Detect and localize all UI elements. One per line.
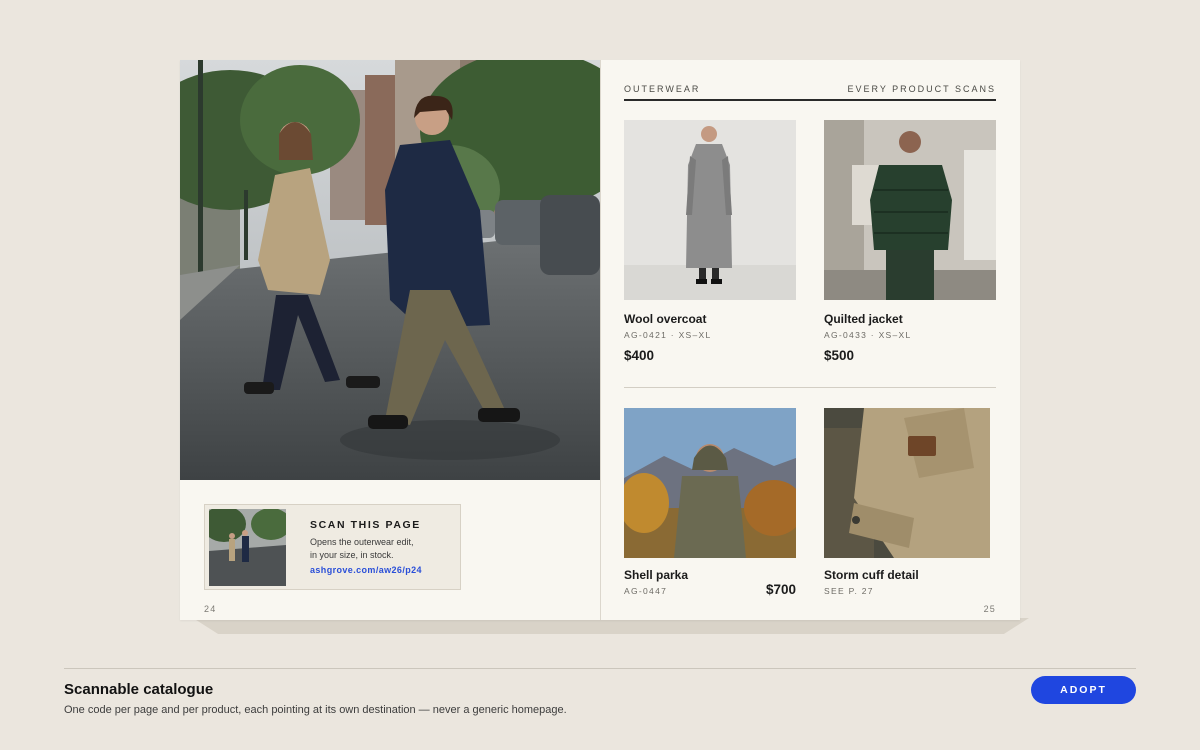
scan-description: Opens the outerwear edit, in your size, … xyxy=(310,536,450,562)
product-sku: AG-0421 · XS–XL xyxy=(624,330,712,340)
scan-url-link[interactable]: ashgrove.com/aw26/p24 xyxy=(310,565,422,575)
product-image xyxy=(824,408,990,558)
product-image xyxy=(824,120,996,300)
product-name: Quilted jacket xyxy=(824,312,903,326)
footer-divider xyxy=(64,668,1136,669)
adopt-button[interactable]: ADOPT xyxy=(1031,676,1136,704)
page-number-left: 24 xyxy=(204,604,217,614)
scan-description-line: Opens the outerwear edit, xyxy=(310,537,414,547)
product-card-quilted-jacket[interactable]: Quilted jacket AG-0433 · XS–XL $500 xyxy=(824,120,996,365)
product-price: $700 xyxy=(765,582,796,597)
hero-photo xyxy=(180,60,600,480)
product-price: $500 xyxy=(824,348,855,363)
feature-title: Scannable catalogue xyxy=(64,681,214,698)
scan-description-line: in your size, in stock. xyxy=(310,550,394,560)
section-tag: EVERY PRODUCT SCANS xyxy=(847,84,996,94)
row-divider xyxy=(624,387,996,388)
product-sku: AG-0447 xyxy=(624,586,668,596)
catalogue-shadow xyxy=(193,618,1029,634)
scan-thumbnail xyxy=(209,509,286,586)
product-image xyxy=(624,120,796,300)
product-photo xyxy=(824,408,990,558)
section-header: OUTERWEAR EVERY PRODUCT SCANS xyxy=(624,84,996,101)
page-number-right: 25 xyxy=(983,604,996,614)
scan-page-card[interactable]: SCAN THIS PAGE Opens the outerwear edit,… xyxy=(204,504,461,590)
product-image xyxy=(624,408,796,558)
thumbnail-photo xyxy=(209,509,286,586)
product-sku: SEE P. 27 xyxy=(824,586,874,596)
product-card-wool-overcoat[interactable]: Wool overcoat AG-0421 · XS–XL $400 xyxy=(624,120,796,365)
product-name: Storm cuff detail xyxy=(824,568,919,582)
feature-description: One code per page and per product, each … xyxy=(64,704,567,716)
product-card-shell-parka[interactable]: Shell parka AG-0447 $700 xyxy=(624,408,796,600)
product-card-storm-cuff-detail[interactable]: Storm cuff detail SEE P. 27 xyxy=(824,408,996,600)
left-page: SCAN THIS PAGE Opens the outerwear edit,… xyxy=(180,60,600,620)
catalogue-spread: SCAN THIS PAGE Opens the outerwear edit,… xyxy=(180,60,1020,620)
product-name: Shell parka xyxy=(624,568,689,582)
product-name: Wool overcoat xyxy=(624,312,707,326)
product-sku: AG-0433 · XS–XL xyxy=(824,330,912,340)
product-photo xyxy=(624,120,796,300)
product-photo xyxy=(824,120,996,300)
scan-title: SCAN THIS PAGE xyxy=(310,519,421,531)
hero-image xyxy=(180,60,600,480)
right-page: OUTERWEAR EVERY PRODUCT SCANS Wool overc… xyxy=(601,60,1020,620)
product-photo xyxy=(624,408,796,558)
section-label: OUTERWEAR xyxy=(624,84,701,94)
product-price: $400 xyxy=(624,348,655,363)
